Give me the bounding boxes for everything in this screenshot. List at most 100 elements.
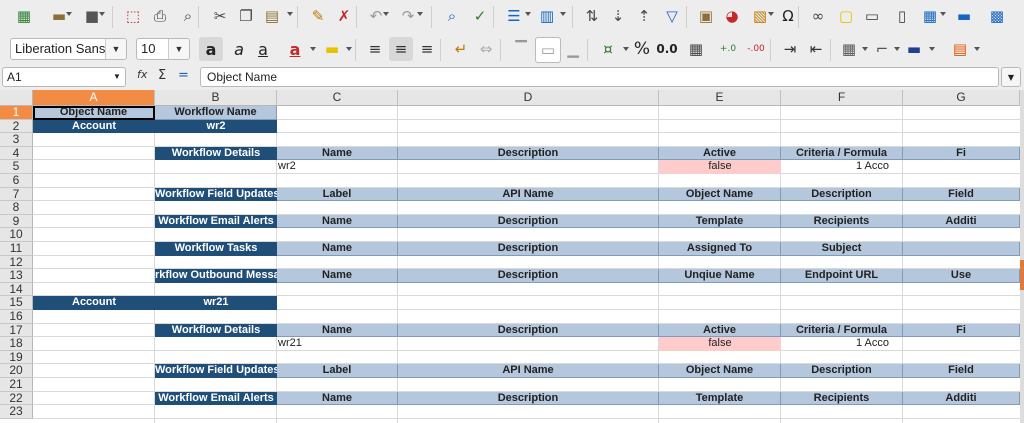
cell-c18[interactable]: wr21 — [277, 337, 398, 351]
row-header-20[interactable]: 20 — [0, 364, 33, 378]
new-icon[interactable]: ▦ — [12, 4, 36, 28]
row-header-18[interactable]: 18 — [0, 337, 33, 351]
bold-icon[interactable]: a — [199, 37, 223, 61]
save-icon[interactable]: ■ — [80, 4, 104, 28]
row-header-2[interactable]: 2 — [0, 119, 33, 134]
cell-b17[interactable]: Workflow Details — [155, 323, 277, 338]
row-header-10[interactable]: 10 — [0, 228, 33, 242]
cell-b13[interactable]: rkflow Outbound Messa — [155, 269, 277, 283]
export-pdf-icon[interactable]: ⬚ — [121, 4, 145, 28]
cell-f9[interactable]: Recipients — [781, 214, 903, 229]
row-header-17[interactable]: 17 — [0, 323, 33, 338]
cell-b11[interactable]: Workflow Tasks — [155, 242, 277, 256]
chevron-down-icon[interactable] — [346, 47, 352, 51]
special-character-icon[interactable]: Ω — [776, 4, 800, 28]
cell-e5[interactable]: false — [659, 160, 781, 174]
cell-d22[interactable]: Description — [398, 391, 659, 406]
row-header-8[interactable]: 8 — [0, 201, 33, 215]
row-header-23[interactable]: 23 — [0, 405, 33, 419]
chevron-down-icon[interactable] — [894, 47, 900, 51]
cell-e9[interactable]: Template — [659, 214, 781, 229]
column-header-e[interactable]: E — [659, 90, 781, 106]
border-color-icon[interactable]: ▬ — [902, 37, 926, 61]
cell-g7[interactable]: Field — [903, 187, 1020, 202]
cell-b22[interactable]: Workflow Email Alerts — [155, 391, 277, 406]
add-decimal-icon[interactable]: +.0 — [716, 37, 740, 61]
chevron-down-icon[interactable] — [417, 12, 423, 16]
comment-icon[interactable]: ▢ — [834, 4, 858, 28]
redo-icon[interactable]: ↷ — [396, 4, 420, 28]
cell-b9[interactable]: Workflow Email Alerts — [155, 214, 277, 229]
cell-f18[interactable]: 1 Acco — [781, 337, 903, 351]
row-header-3[interactable]: 3 — [0, 133, 33, 147]
cell-e4[interactable]: Active — [659, 146, 781, 161]
decrease-indent-icon[interactable]: ⇤ — [804, 37, 828, 61]
align-center-icon[interactable]: ≡ — [389, 37, 413, 61]
chevron-down-icon[interactable] — [940, 12, 946, 16]
cell-b7[interactable]: Workflow Field Updates — [155, 187, 277, 202]
chevron-down-icon[interactable] — [66, 12, 72, 16]
row-header-13[interactable]: 13 — [0, 269, 33, 283]
row-header-9[interactable]: 9 — [0, 214, 33, 229]
cell-e18[interactable]: false — [659, 337, 781, 351]
cell-c13[interactable]: Name — [277, 269, 398, 283]
select-all-corner[interactable] — [0, 90, 33, 106]
chevron-down-icon[interactable] — [525, 12, 531, 16]
chevron-down-icon[interactable]: ▼ — [109, 68, 125, 86]
cell-b4[interactable]: Workflow Details — [155, 146, 277, 161]
clear-formatting-icon[interactable]: ✗ — [332, 4, 356, 28]
conditional-format-icon[interactable]: ▤ — [948, 37, 972, 61]
row-header-4[interactable]: 4 — [0, 146, 33, 161]
row-header-6[interactable]: 6 — [0, 174, 33, 188]
cell-g4[interactable]: Fi — [903, 146, 1020, 161]
row-header-12[interactable]: 12 — [0, 255, 33, 270]
vertical-scrollbar[interactable] — [1020, 90, 1024, 423]
italic-icon[interactable]: a — [227, 37, 251, 61]
freeze-rows-columns-icon[interactable]: ▦ — [918, 4, 942, 28]
column-header-c[interactable]: C — [277, 90, 398, 106]
currency-format-icon[interactable]: ¤ — [596, 37, 620, 61]
insert-chart-icon[interactable]: ◕ — [720, 4, 744, 28]
number-format-icon[interactable]: 0.0 — [655, 37, 679, 61]
cell-e13[interactable]: Unqiue Name — [659, 269, 781, 283]
autofilter-icon[interactable]: ▽ — [660, 4, 684, 28]
cell-g9[interactable]: Additi — [903, 214, 1020, 229]
cell-c22[interactable]: Name — [277, 391, 398, 406]
column-header-f[interactable]: F — [781, 90, 903, 106]
cell-c4[interactable]: Name — [277, 146, 398, 161]
show-draw-functions-icon[interactable]: ▩ — [985, 4, 1009, 28]
define-print-area-icon[interactable]: ▯ — [890, 4, 914, 28]
spreadsheet-grid[interactable]: A B C D E F G 1 2 3 4 5 6 7 8 9 10 11 12 13 14 15 16 17 18 19 20 21… — [0, 90, 1024, 423]
sort-descending-icon[interactable]: ⇡ — [632, 4, 656, 28]
vertical-scrollbar-thumb[interactable] — [1020, 260, 1024, 290]
equals-icon[interactable]: = — [178, 68, 189, 83]
borders-icon[interactable]: ▦ — [837, 37, 861, 61]
align-middle-icon[interactable]: ▭ — [535, 37, 561, 63]
open-icon[interactable]: ▬ — [47, 4, 71, 28]
cell-b1[interactable]: Workflow Name — [155, 106, 277, 120]
row-header-5[interactable]: 5 — [0, 160, 33, 174]
column-icon[interactable]: ▥ — [535, 4, 559, 28]
formula-input[interactable]: Object Name — [200, 67, 999, 87]
cell-c7[interactable]: Label — [277, 187, 398, 202]
row-header-1[interactable]: 1 — [0, 106, 33, 120]
insert-image-icon[interactable]: ▣ — [694, 4, 718, 28]
font-size-box[interactable]: 10 ▼ — [136, 38, 190, 60]
undo-icon[interactable]: ↶ — [364, 4, 388, 28]
chevron-down-icon[interactable] — [383, 12, 389, 16]
cell-d9[interactable]: Description — [398, 214, 659, 229]
copy-icon[interactable]: ❐ — [234, 4, 258, 28]
cell-c5[interactable]: wr2 — [277, 160, 398, 174]
cell-d4[interactable]: Description — [398, 146, 659, 161]
sort-icon[interactable]: ⇅ — [580, 4, 604, 28]
border-style-icon[interactable]: ⌐ — [870, 37, 894, 61]
cell-b15[interactable]: wr21 — [155, 296, 277, 310]
row-icon[interactable]: ☰ — [502, 4, 526, 28]
row-header-19[interactable]: 19 — [0, 350, 33, 365]
cell-e11[interactable]: Assigned To — [659, 242, 781, 256]
chevron-down-icon[interactable]: ▼ — [168, 39, 189, 59]
align-top-icon[interactable]: ▔ — [509, 37, 533, 61]
column-header-d[interactable]: D — [398, 90, 659, 106]
row-header-7[interactable]: 7 — [0, 187, 33, 202]
hyperlink-icon[interactable]: ∞ — [806, 4, 830, 28]
